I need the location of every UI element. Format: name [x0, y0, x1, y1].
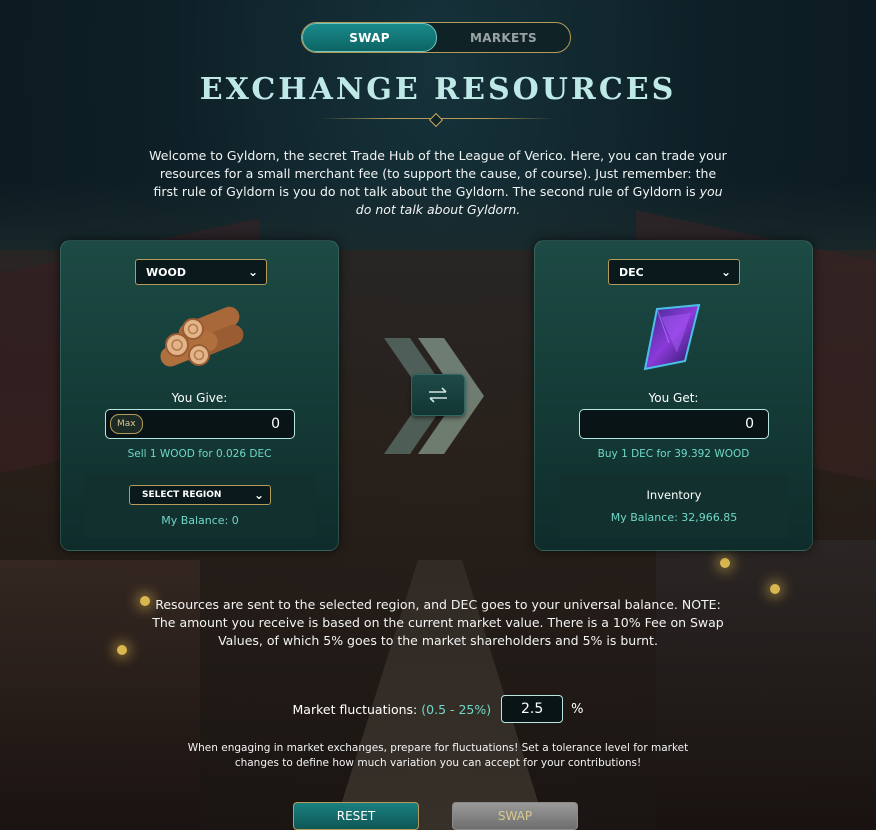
give-panel: WOOD ⌄ You Give: Max 0 Sell 1 WOOD for 0…: [60, 240, 339, 551]
wood-logs-icon: [160, 306, 244, 367]
max-button[interactable]: Max: [110, 414, 143, 434]
give-balance: My Balance: 0: [161, 514, 239, 527]
sell-rate: Sell 1 WOOD for 0.026 DEC: [127, 448, 272, 460]
tab-markets[interactable]: MARKETS: [437, 23, 570, 52]
region-select[interactable]: SELECT REGION ⌄: [129, 485, 271, 505]
chevron-down-icon: ⌄: [720, 265, 731, 279]
dec-crystal-icon: [643, 303, 701, 371]
reset-button[interactable]: RESET: [293, 802, 419, 830]
chevron-down-icon: ⌄: [253, 488, 264, 502]
view-tabs: SWAP MARKETS: [301, 22, 571, 53]
intro-text: Welcome to Gyldorn, the secret Trade Hub…: [148, 147, 728, 219]
swap-direction-button[interactable]: [411, 374, 465, 416]
intro-body: Welcome to Gyldorn, the secret Trade Hub…: [149, 148, 727, 199]
fluctuation-hint: When engaging in market exchanges, prepa…: [187, 742, 689, 769]
fluctuation-range: (0.5 - 25%): [421, 701, 492, 717]
inventory-label: Inventory: [646, 488, 702, 502]
tab-swap[interactable]: SWAP: [302, 23, 437, 52]
fluctuation-input[interactable]: 2.5: [501, 695, 564, 723]
swap-arrows-icon: [429, 387, 447, 403]
give-amount-value: 0: [271, 416, 280, 432]
you-get-label: You Get:: [648, 391, 699, 405]
swap-button[interactable]: SWAP: [452, 802, 578, 830]
give-amount-input[interactable]: Max 0: [105, 409, 295, 439]
give-resource-value: WOOD: [146, 265, 186, 279]
title-divider: [320, 112, 554, 128]
chevron-down-icon: ⌄: [247, 265, 258, 279]
region-select-value: SELECT REGION: [142, 490, 222, 500]
get-resource-value: DEC: [619, 265, 644, 279]
get-resource-select[interactable]: DEC ⌄: [608, 259, 740, 285]
inventory-box: Inventory My Balance: 32,966.85: [559, 474, 789, 538]
you-give-label: You Give:: [171, 391, 228, 405]
give-resource-select[interactable]: WOOD ⌄: [135, 259, 267, 285]
market-fluctuation-row: Market fluctuations: (0.5 - 25%) 2.5 %: [0, 694, 876, 724]
fluctuation-unit: %: [571, 701, 584, 717]
buy-rate: Buy 1 DEC for 39.392 WOOD: [597, 448, 750, 460]
region-box: SELECT REGION ⌄ My Balance: 0: [85, 474, 315, 538]
fee-note: Resources are sent to the selected regio…: [152, 597, 724, 648]
get-amount-input[interactable]: 0: [579, 409, 769, 439]
get-panel: DEC ⌄ You Get: 0 Buy 1 DEC for 39.392 WO…: [534, 240, 813, 551]
get-balance: My Balance: 32,966.85: [610, 511, 738, 524]
fluctuation-label: Market fluctuations:: [292, 701, 418, 717]
page-title: EXCHANGE RESOURCES: [199, 72, 677, 107]
get-amount-value: 0: [745, 416, 754, 432]
